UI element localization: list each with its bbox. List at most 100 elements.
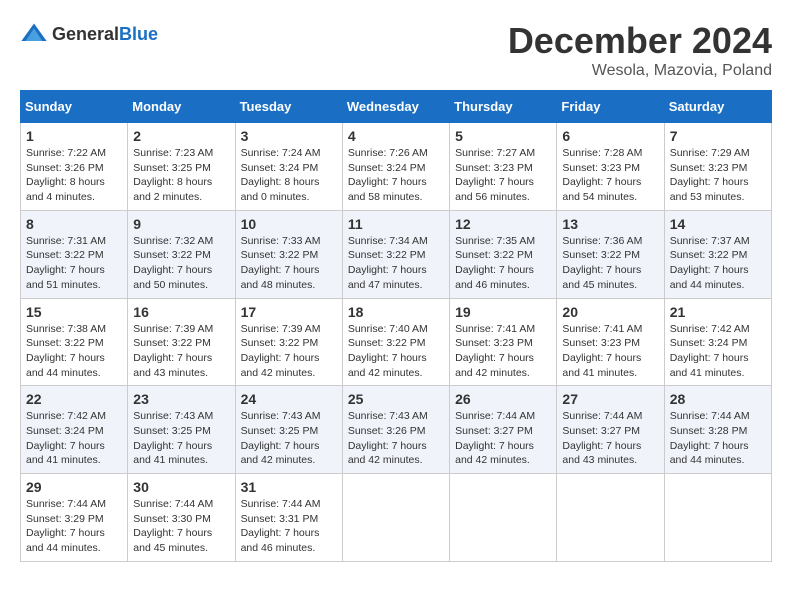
month-title: December 2024 [508,20,772,62]
col-tuesday: Tuesday [235,91,342,123]
day-info: Sunrise: 7:39 AMSunset: 3:22 PMDaylight:… [241,322,337,381]
col-friday: Friday [557,91,664,123]
day-number: 5 [455,128,551,144]
day-info: Sunrise: 7:41 AMSunset: 3:23 PMDaylight:… [455,322,551,381]
day-number: 28 [670,391,766,407]
table-row: 3 Sunrise: 7:24 AMSunset: 3:24 PMDaylight… [235,123,342,211]
day-info: Sunrise: 7:41 AMSunset: 3:23 PMDaylight:… [562,322,658,381]
day-number: 25 [348,391,444,407]
day-info: Sunrise: 7:44 AMSunset: 3:28 PMDaylight:… [670,409,766,468]
table-row: 16 Sunrise: 7:39 AMSunset: 3:22 PMDayligh… [128,298,235,386]
table-row: 11 Sunrise: 7:34 AMSunset: 3:22 PMDayligh… [342,210,449,298]
day-number: 17 [241,304,337,320]
day-number: 10 [241,216,337,232]
day-number: 9 [133,216,229,232]
table-row: 2 Sunrise: 7:23 AMSunset: 3:25 PMDaylight… [128,123,235,211]
day-info: Sunrise: 7:24 AMSunset: 3:24 PMDaylight:… [241,146,337,205]
day-info: Sunrise: 7:36 AMSunset: 3:22 PMDaylight:… [562,234,658,293]
day-number: 23 [133,391,229,407]
day-info: Sunrise: 7:22 AMSunset: 3:26 PMDaylight:… [26,146,122,205]
table-row [450,474,557,562]
day-number: 22 [26,391,122,407]
day-info: Sunrise: 7:40 AMSunset: 3:22 PMDaylight:… [348,322,444,381]
day-info: Sunrise: 7:39 AMSunset: 3:22 PMDaylight:… [133,322,229,381]
day-info: Sunrise: 7:42 AMSunset: 3:24 PMDaylight:… [26,409,122,468]
day-number: 26 [455,391,551,407]
day-info: Sunrise: 7:44 AMSunset: 3:27 PMDaylight:… [455,409,551,468]
col-sunday: Sunday [21,91,128,123]
table-row: 20 Sunrise: 7:41 AMSunset: 3:23 PMDayligh… [557,298,664,386]
calendar-week-row: 1 Sunrise: 7:22 AMSunset: 3:26 PMDaylight… [21,123,772,211]
day-info: Sunrise: 7:38 AMSunset: 3:22 PMDaylight:… [26,322,122,381]
table-row: 13Sunrise: 7:36 AMSunset: 3:22 PMDayligh… [557,210,664,298]
day-number: 14 [670,216,766,232]
day-number: 16 [133,304,229,320]
day-number: 31 [241,479,337,495]
day-info: Sunrise: 7:31 AMSunset: 3:22 PMDaylight:… [26,234,122,293]
table-row: 15 Sunrise: 7:38 AMSunset: 3:22 PMDayligh… [21,298,128,386]
day-info: Sunrise: 7:28 AMSunset: 3:23 PMDaylight:… [562,146,658,205]
day-info: Sunrise: 7:44 AMSunset: 3:27 PMDaylight:… [562,409,658,468]
location-subtitle: Wesola, Mazovia, Poland [508,62,772,80]
header: GeneralBlue December 2024 Wesola, Mazovi… [20,20,772,80]
day-number: 29 [26,479,122,495]
calendar-week-row: 8Sunrise: 7:31 AMSunset: 3:22 PMDaylight… [21,210,772,298]
table-row [342,474,449,562]
day-number: 2 [133,128,229,144]
day-info: Sunrise: 7:43 AMSunset: 3:26 PMDaylight:… [348,409,444,468]
day-number: 19 [455,304,551,320]
col-wednesday: Wednesday [342,91,449,123]
day-info: Sunrise: 7:32 AMSunset: 3:22 PMDaylight:… [133,234,229,293]
calendar-week-row: 22 Sunrise: 7:42 AMSunset: 3:24 PMDayligh… [21,386,772,474]
day-info: Sunrise: 7:44 AMSunset: 3:31 PMDaylight:… [241,497,337,556]
day-number: 4 [348,128,444,144]
table-row: 1 Sunrise: 7:22 AMSunset: 3:26 PMDaylight… [21,123,128,211]
day-info: Sunrise: 7:34 AMSunset: 3:22 PMDaylight:… [348,234,444,293]
day-number: 20 [562,304,658,320]
day-number: 24 [241,391,337,407]
logo-text: GeneralBlue [52,24,158,45]
table-row: 8Sunrise: 7:31 AMSunset: 3:22 PMDaylight… [21,210,128,298]
day-info: Sunrise: 7:43 AMSunset: 3:25 PMDaylight:… [133,409,229,468]
table-row: 9 Sunrise: 7:32 AMSunset: 3:22 PMDaylight… [128,210,235,298]
day-info: Sunrise: 7:43 AMSunset: 3:25 PMDaylight:… [241,409,337,468]
table-row: 29 Sunrise: 7:44 AMSunset: 3:29 PMDayligh… [21,474,128,562]
table-row: 30Sunrise: 7:44 AMSunset: 3:30 PMDayligh… [128,474,235,562]
day-info: Sunrise: 7:29 AMSunset: 3:23 PMDaylight:… [670,146,766,205]
day-number: 27 [562,391,658,407]
day-number: 3 [241,128,337,144]
table-row: 7Sunrise: 7:29 AMSunset: 3:23 PMDaylight… [664,123,771,211]
day-info: Sunrise: 7:26 AMSunset: 3:24 PMDaylight:… [348,146,444,205]
day-info: Sunrise: 7:35 AMSunset: 3:22 PMDaylight:… [455,234,551,293]
day-number: 11 [348,216,444,232]
col-monday: Monday [128,91,235,123]
day-info: Sunrise: 7:33 AMSunset: 3:22 PMDaylight:… [241,234,337,293]
col-saturday: Saturday [664,91,771,123]
table-row: 17 Sunrise: 7:39 AMSunset: 3:22 PMDayligh… [235,298,342,386]
day-info: Sunrise: 7:23 AMSunset: 3:25 PMDaylight:… [133,146,229,205]
table-row: 18Sunrise: 7:40 AMSunset: 3:22 PMDayligh… [342,298,449,386]
col-thursday: Thursday [450,91,557,123]
table-row [664,474,771,562]
calendar-week-row: 29 Sunrise: 7:44 AMSunset: 3:29 PMDayligh… [21,474,772,562]
day-info: Sunrise: 7:42 AMSunset: 3:24 PMDaylight:… [670,322,766,381]
day-number: 12 [455,216,551,232]
calendar-week-row: 15 Sunrise: 7:38 AMSunset: 3:22 PMDayligh… [21,298,772,386]
day-info: Sunrise: 7:27 AMSunset: 3:23 PMDaylight:… [455,146,551,205]
day-number: 6 [562,128,658,144]
table-row: 23 Sunrise: 7:43 AMSunset: 3:25 PMDayligh… [128,386,235,474]
table-row: 24 Sunrise: 7:43 AMSunset: 3:25 PMDayligh… [235,386,342,474]
table-row: 25 Sunrise: 7:43 AMSunset: 3:26 PMDayligh… [342,386,449,474]
logo: GeneralBlue [20,20,158,48]
logo-icon [20,20,48,48]
day-number: 1 [26,128,122,144]
table-row: 26 Sunrise: 7:44 AMSunset: 3:27 PMDayligh… [450,386,557,474]
day-info: Sunrise: 7:44 AMSunset: 3:30 PMDaylight:… [133,497,229,556]
table-row: 31 Sunrise: 7:44 AMSunset: 3:31 PMDayligh… [235,474,342,562]
table-row: 5 Sunrise: 7:27 AMSunset: 3:23 PMDaylight… [450,123,557,211]
table-row: 12 Sunrise: 7:35 AMSunset: 3:22 PMDayligh… [450,210,557,298]
table-row: 21Sunrise: 7:42 AMSunset: 3:24 PMDayligh… [664,298,771,386]
day-info: Sunrise: 7:44 AMSunset: 3:29 PMDaylight:… [26,497,122,556]
table-row: 4 Sunrise: 7:26 AMSunset: 3:24 PMDaylight… [342,123,449,211]
day-number: 15 [26,304,122,320]
